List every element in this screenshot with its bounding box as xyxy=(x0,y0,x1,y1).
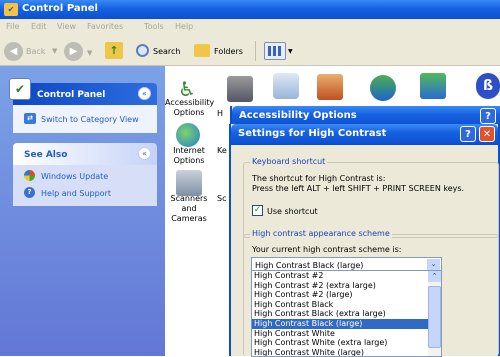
views-icon xyxy=(268,46,282,56)
date-time-icon-partial[interactable] xyxy=(273,73,299,99)
back-arrow-icon: ◀ xyxy=(4,42,23,61)
scheme-dropdown-list[interactable]: High Contrast #2 High Contrast #2 (extra … xyxy=(251,270,442,357)
admin-tools-icon-partial[interactable] xyxy=(317,74,343,100)
list-scrollbar[interactable]: ⌃ xyxy=(428,271,441,356)
control-panel-icon: ✔ xyxy=(4,3,18,16)
scheme-label: Your current high contrast scheme is: xyxy=(252,245,402,254)
shortcut-text-2: Press the left ALT + left SHIFT + PRINT … xyxy=(252,184,465,193)
keyboard-shortcut-group: Keyboard shortcut The shortcut for High … xyxy=(243,157,499,238)
task-pane: ✔ Control Panel « ⇄ Switch to Category V… xyxy=(0,66,165,356)
scheme-combobox-value: High Contrast Black (large) xyxy=(255,261,364,270)
internet-options-label[interactable]: Internet Options xyxy=(165,146,213,166)
switch-view-icon: ⇄ xyxy=(24,113,36,124)
control-panel-panel-header[interactable]: ✔ Control Panel « xyxy=(9,78,157,105)
network-icon-partial[interactable] xyxy=(227,76,253,102)
scheme-option[interactable]: High Contrast White (extra large) xyxy=(252,338,428,348)
accessibility-options-title: Accessibility Options xyxy=(239,110,357,121)
search-icon xyxy=(136,44,149,57)
help-and-support-link[interactable]: Help and Support xyxy=(41,189,111,198)
see-also-panel-header[interactable]: See Also « xyxy=(13,143,157,165)
back-dropdown-icon: ▼ xyxy=(52,47,58,55)
scheduled-tasks-label-partial[interactable]: Sc xyxy=(217,194,229,204)
scheme-option[interactable]: High Contrast #2 (large) xyxy=(252,290,428,300)
back-label: Back xyxy=(26,47,46,56)
settings-close-button[interactable]: ✕ xyxy=(479,126,495,142)
control-panel-panel-icon: ✔ xyxy=(9,78,31,100)
scheme-option[interactable]: High Contrast #2 (extra large) xyxy=(252,281,428,291)
bluetooth-icon-partial[interactable]: ß xyxy=(476,73,500,99)
collapse-chevron-icon[interactable]: « xyxy=(138,87,151,100)
hardware-label-partial[interactable]: H xyxy=(217,109,227,119)
help-and-support-icon: ? xyxy=(24,187,35,198)
scheme-option[interactable]: High Contrast Black (extra large) xyxy=(252,309,428,319)
menu-view[interactable]: View xyxy=(57,22,76,31)
settings-help-button[interactable]: ? xyxy=(460,126,476,142)
menu-edit[interactable]: Edit xyxy=(31,22,47,31)
see-also-title: See Also xyxy=(24,150,68,160)
scheme-option[interactable]: High Contrast Black (large) xyxy=(252,318,428,329)
accessibility-help-button[interactable]: ? xyxy=(480,108,496,124)
views-dropdown-icon[interactable]: ▼ xyxy=(288,48,293,55)
see-also-panel-body: Windows Update ? Help and Support xyxy=(13,165,157,206)
control-panel-panel-body: ⇄ Switch to Category View xyxy=(13,105,157,133)
scroll-up-icon[interactable]: ⌃ xyxy=(428,271,441,282)
scheme-option[interactable]: High Contrast White xyxy=(252,329,428,339)
keyboard-shortcut-group-title: Keyboard shortcut xyxy=(250,157,328,166)
accessibility-options-label[interactable]: Accessibility Options xyxy=(165,98,214,118)
menu-favorites[interactable]: Favorites xyxy=(87,22,123,31)
toolbar: ◀ Back ▼ ▶ ▼ ↑ Search Folders ▼ xyxy=(0,36,500,66)
scroll-thumb[interactable] xyxy=(428,286,441,348)
see-also-chevron-icon[interactable]: « xyxy=(138,147,151,160)
settings-dialog-title: Settings for High Contrast xyxy=(238,128,387,139)
menu-tools[interactable]: Tools xyxy=(144,22,164,31)
search-button[interactable]: Search xyxy=(136,41,191,62)
control-panel-panel-title: Control Panel xyxy=(37,90,106,100)
settings-titlebar: Settings for High Contrast ? ✕ xyxy=(231,124,498,145)
forward-dropdown-icon[interactable]: ▼ xyxy=(87,49,92,57)
menu-help[interactable]: Help xyxy=(175,22,193,31)
scheme-option[interactable]: High Contrast Black xyxy=(252,300,428,310)
folders-icon xyxy=(194,44,210,57)
forward-button[interactable]: ▶ xyxy=(64,42,83,61)
search-label: Search xyxy=(153,47,181,56)
automatic-updates-icon-partial[interactable] xyxy=(370,75,396,101)
windows-update-link[interactable]: Windows Update xyxy=(41,172,108,181)
folders-button[interactable]: Folders xyxy=(194,41,250,62)
network-setup-icon-partial[interactable] xyxy=(420,73,446,99)
combobox-dropdown-icon[interactable]: ⌄ xyxy=(427,259,440,270)
menu-file[interactable]: File xyxy=(6,22,19,31)
back-button[interactable]: ◀ Back ▼ xyxy=(4,41,64,62)
window-title: Control Panel xyxy=(22,3,98,14)
up-folder-icon[interactable]: ↑ xyxy=(105,42,123,59)
switch-to-category-view-link[interactable]: Switch to Category View xyxy=(41,115,139,124)
appearance-scheme-group-title: High contrast appearance scheme xyxy=(250,229,392,238)
toolbar-divider xyxy=(255,41,256,61)
scheme-options: High Contrast #2 High Contrast #2 (extra … xyxy=(252,271,428,356)
use-shortcut-label[interactable]: Use shortcut xyxy=(267,207,318,216)
settings-high-contrast-dialog: Settings for High Contrast ? ✕ Keyboard … xyxy=(229,124,500,357)
folders-label: Folders xyxy=(214,47,243,56)
title-bar: ✔ Control Panel xyxy=(0,0,500,19)
appearance-scheme-group: High contrast appearance scheme Your cur… xyxy=(243,229,499,357)
views-button[interactable] xyxy=(264,42,286,60)
windows-update-icon xyxy=(24,170,35,181)
scanners-and-cameras-label[interactable]: Scanners and Cameras xyxy=(163,194,215,224)
scheme-option[interactable]: High Contrast #2 xyxy=(252,271,428,281)
keyboard-label-partial[interactable]: Ke xyxy=(217,146,229,156)
menu-bar: File Edit View Favorites Tools Help xyxy=(0,19,500,36)
scanners-and-cameras-icon[interactable] xyxy=(176,170,202,196)
shortcut-text-1: The shortcut for High Contrast is: xyxy=(252,174,386,183)
use-shortcut-checkbox[interactable]: ✓ xyxy=(252,205,263,216)
internet-options-icon[interactable] xyxy=(176,123,200,147)
